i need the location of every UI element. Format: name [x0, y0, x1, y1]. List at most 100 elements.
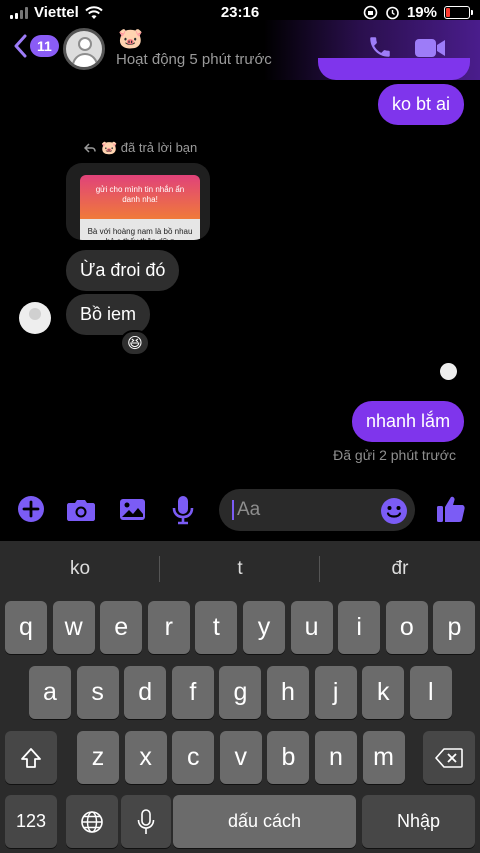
contact-avatar-small[interactable]	[19, 302, 51, 334]
message-input-placeholder: Aa	[237, 499, 261, 520]
key-t[interactable]: t	[195, 601, 238, 654]
reply-note: 🐷 đã trả lời bạn	[84, 140, 197, 156]
key-y[interactable]: y	[243, 601, 285, 654]
emoji-icon[interactable]	[380, 497, 408, 525]
numbers-key-label: 123	[15, 811, 47, 831]
contact-activity-status: Hoạt động 5 phút trước	[116, 51, 272, 68]
key-m[interactable]: m	[362, 731, 405, 784]
key-label: t	[212, 613, 220, 641]
key-label: j	[332, 678, 339, 706]
return-key[interactable]: Nhập	[362, 795, 475, 848]
space-key-label: dấu cách	[227, 811, 302, 831]
text-caret	[232, 500, 234, 520]
key-r[interactable]: r	[147, 601, 190, 654]
incoming-message[interactable]: Ừa đroi đó	[66, 250, 180, 291]
backspace-key[interactable]	[423, 731, 475, 784]
message-text: ko bt ai	[392, 94, 451, 114]
key-j[interactable]: j	[314, 666, 357, 719]
key-label: a	[43, 678, 57, 706]
contact-avatar[interactable]	[63, 28, 105, 70]
sent-status: Đã gửi 2 phút trước	[333, 447, 456, 463]
microphone-icon[interactable]	[172, 495, 194, 525]
outgoing-message[interactable]: ko bt ai	[378, 84, 465, 125]
key-label: r	[164, 613, 173, 641]
key-label: g	[233, 678, 248, 706]
keyboard: ko t đr qwertyuiopasdfghjklzxcvbnm 123 d…	[0, 541, 480, 853]
quoted-story-card: gửi cho mình tin nhắn ẩn danh nha! Bà vớ…	[80, 175, 200, 240]
key-k[interactable]: k	[362, 666, 405, 719]
camera-icon[interactable]	[66, 498, 96, 522]
suggestion-1[interactable]: ko	[0, 541, 160, 596]
key-v[interactable]: v	[219, 731, 262, 784]
key-q[interactable]: q	[5, 601, 47, 654]
key-w[interactable]: w	[52, 601, 95, 654]
key-n[interactable]: n	[315, 731, 357, 784]
thumbs-up-icon[interactable]	[436, 494, 466, 524]
key-label: f	[189, 678, 197, 706]
message-text: Ừa đroi đó	[80, 260, 166, 280]
back-button[interactable]: 11	[14, 34, 59, 58]
suggestion-2[interactable]: t	[160, 541, 320, 596]
outgoing-message-partial[interactable]	[318, 58, 470, 80]
return-key-label: Nhập	[396, 811, 441, 831]
key-a[interactable]: a	[29, 666, 71, 719]
numbers-key[interactable]: 123	[5, 795, 57, 848]
key-z[interactable]: z	[77, 731, 119, 784]
key-label: e	[114, 613, 129, 641]
contact-name[interactable]: 🐷	[118, 26, 143, 51]
key-o[interactable]: o	[385, 601, 428, 654]
photo-gallery-icon[interactable]	[119, 497, 146, 522]
key-label: i	[356, 613, 362, 641]
seen-avatar	[440, 363, 457, 380]
plus-icon[interactable]	[17, 495, 45, 523]
key-h[interactable]: h	[267, 666, 309, 719]
status-right: 19%	[363, 4, 473, 21]
outgoing-message[interactable]: nhanh lắm	[352, 401, 465, 442]
key-x[interactable]: x	[124, 731, 167, 784]
alarm-icon	[386, 6, 399, 20]
key-label: d	[138, 678, 153, 706]
reply-arrow-icon	[84, 143, 96, 153]
key-b[interactable]: b	[267, 731, 310, 784]
video-call-icon[interactable]	[414, 36, 446, 60]
key-label: o	[399, 613, 414, 641]
key-label: u	[304, 613, 319, 641]
shift-key[interactable]	[5, 731, 57, 784]
unread-count-badge: 11	[30, 35, 59, 57]
key-label: w	[64, 613, 83, 641]
orientation-lock-icon	[363, 5, 378, 20]
battery-icon	[444, 6, 473, 19]
quoted-story-answer: Bà với hoàng nam là bồ nhau hả s thấy th…	[80, 219, 200, 240]
key-s[interactable]: s	[76, 666, 119, 719]
key-d[interactable]: d	[124, 666, 167, 719]
reply-note-text: 🐷 đã trả lời bạn	[101, 140, 198, 155]
key-g[interactable]: g	[219, 666, 262, 719]
key-f[interactable]: f	[171, 666, 214, 719]
key-label: y	[257, 613, 271, 641]
suggestion-3[interactable]: đr	[320, 541, 480, 596]
key-p[interactable]: p	[433, 601, 476, 654]
key-label: l	[428, 678, 434, 706]
message-text: nhanh lắm	[366, 411, 451, 431]
key-e[interactable]: e	[100, 601, 143, 654]
key-c[interactable]: c	[172, 731, 215, 784]
status-bar: Viettel 23:16 19%	[0, 0, 480, 26]
key-label: c	[186, 743, 200, 771]
battery-percent: 19%	[406, 4, 437, 21]
key-label: s	[91, 678, 104, 706]
key-i[interactable]: i	[338, 601, 381, 654]
quoted-message[interactable]: gửi cho mình tin nhắn ẩn danh nha! Bà vớ…	[66, 163, 210, 240]
shift-icon	[21, 747, 41, 768]
key-label: z	[91, 743, 105, 771]
message-text: Bồ iem	[80, 304, 137, 324]
incoming-message[interactable]: Bồ iem	[66, 294, 151, 335]
phone-call-icon[interactable]	[367, 34, 393, 60]
microphone-icon	[137, 808, 155, 834]
globe-key[interactable]	[66, 795, 118, 848]
space-key[interactable]: dấu cách	[173, 795, 356, 848]
message-reaction[interactable]: 😆	[120, 330, 150, 356]
quoted-story-prompt: gửi cho mình tin nhắn ẩn danh nha!	[80, 175, 200, 219]
dictation-key[interactable]	[121, 795, 171, 848]
key-u[interactable]: u	[290, 601, 333, 654]
key-l[interactable]: l	[409, 666, 452, 719]
